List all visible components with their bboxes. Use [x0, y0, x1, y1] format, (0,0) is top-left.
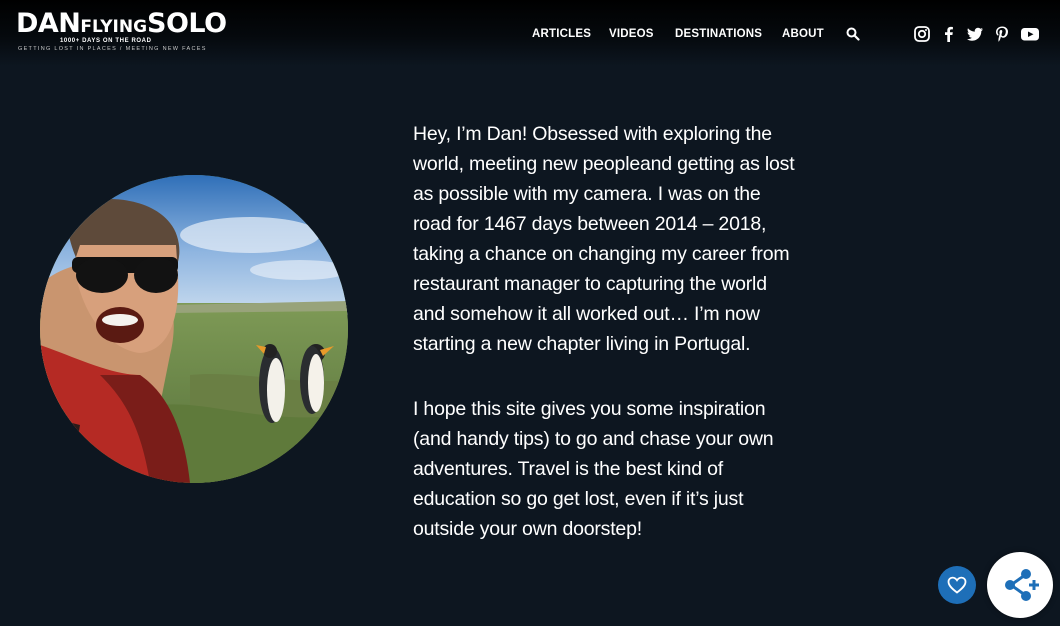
- instagram-icon[interactable]: [913, 25, 931, 43]
- share-icon: [1005, 569, 1039, 601]
- logo-word-dan: DAN: [16, 8, 81, 39]
- site-header: DANFLYINGSOLO 1000+ DAYS ON THE ROAD GET…: [0, 0, 1060, 66]
- nav-videos[interactable]: VIDEOS: [609, 27, 654, 41]
- like-button[interactable]: [938, 566, 976, 604]
- search-icon[interactable]: [846, 27, 860, 41]
- facebook-icon[interactable]: [940, 25, 958, 43]
- nav-destinations[interactable]: DESTINATIONS: [675, 27, 762, 41]
- share-button[interactable]: [987, 552, 1053, 618]
- logo-word-flying: FLYING: [80, 17, 148, 37]
- bio-paragraph-1: Hey, I’m Dan! Obsessed with exploring th…: [413, 123, 795, 355]
- twitter-icon[interactable]: [966, 25, 984, 43]
- nav-articles[interactable]: ARTICLES: [532, 27, 591, 41]
- profile-photo: [40, 175, 348, 483]
- about-bio: Hey, I’m Dan! Obsessed with exploring th…: [413, 119, 803, 544]
- site-logo[interactable]: DANFLYINGSOLO 1000+ DAYS ON THE ROAD GET…: [16, 8, 227, 55]
- heart-icon: [947, 576, 967, 594]
- logo-word-solo: SOLO: [147, 8, 227, 39]
- nav-about[interactable]: ABOUT: [782, 27, 824, 41]
- bio-paragraph-2: I hope this site gives you some inspirat…: [413, 398, 774, 540]
- pinterest-icon[interactable]: [993, 25, 1011, 43]
- logo-tagline: 1000+ DAYS ON THE ROAD: [60, 38, 152, 44]
- youtube-icon[interactable]: [1020, 25, 1039, 43]
- logo-subtitle: GETTING LOST IN PLACES / MEETING NEW FAC…: [18, 46, 207, 52]
